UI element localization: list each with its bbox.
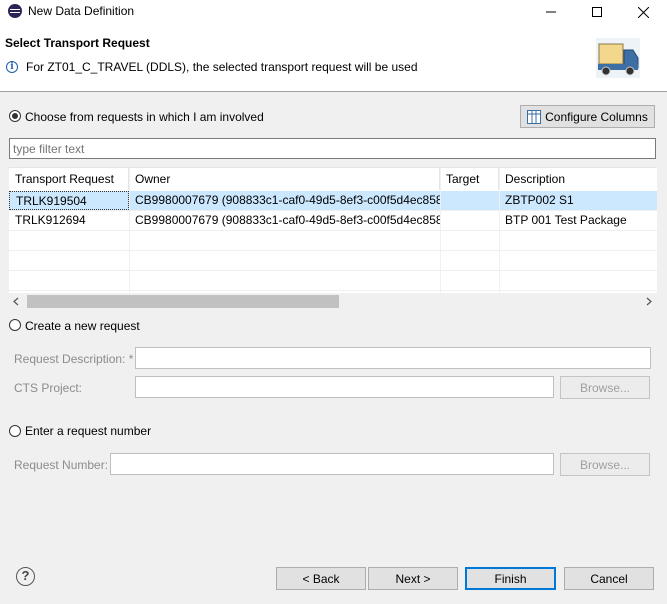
request-description-label: Request Description: *: [14, 352, 134, 366]
minimize-icon: [546, 11, 556, 13]
filter-input[interactable]: [9, 138, 656, 159]
cell-owner: CB9980007679 (908833c1-caf0-49d5-8ef3-c0…: [135, 213, 440, 227]
request-description-input[interactable]: [135, 347, 651, 369]
column-header-target[interactable]: Target: [440, 168, 499, 190]
enter-number-radio[interactable]: [9, 425, 21, 437]
header-message: For ZT01_C_TRAVEL (DDLS), the selected t…: [26, 60, 418, 74]
cts-project-input[interactable]: [135, 376, 554, 398]
cts-project-label: CTS Project:: [14, 381, 83, 395]
close-icon: [637, 6, 649, 18]
next-button[interactable]: Next >: [368, 567, 458, 590]
scroll-left-icon[interactable]: [12, 297, 20, 306]
cancel-button[interactable]: Cancel: [564, 567, 654, 590]
transport-truck-icon: [596, 38, 640, 78]
scrollbar-thumb[interactable]: [27, 295, 339, 308]
finish-button[interactable]: Finish: [465, 567, 556, 590]
table-row[interactable]: TRLK919504 CB9980007679 (908833c1-caf0-4…: [9, 191, 657, 211]
request-number-input[interactable]: [110, 453, 554, 475]
enter-number-label[interactable]: Enter a request number: [25, 424, 151, 438]
eclipse-logo-icon: [8, 4, 22, 18]
table-row-empty: [9, 271, 657, 291]
column-header-description[interactable]: Description: [499, 168, 657, 190]
cell-target: [440, 191, 499, 210]
info-icon: i: [6, 61, 18, 73]
help-icon[interactable]: ?: [16, 567, 35, 586]
transport-table: Transport Request Owner Target Descripti…: [9, 167, 657, 294]
choose-involved-radio[interactable]: [9, 110, 21, 122]
cts-browse-button[interactable]: Browse...: [560, 376, 650, 399]
choose-involved-label[interactable]: Choose from requests in which I am invol…: [25, 110, 264, 124]
column-header-owner[interactable]: Owner: [129, 168, 440, 190]
cell-request: TRLK912694: [15, 213, 86, 227]
close-button[interactable]: [620, 0, 666, 24]
cell-owner: CB9980007679 (908833c1-caf0-49d5-8ef3-c0…: [135, 193, 440, 207]
table-row[interactable]: TRLK912694 CB9980007679 (908833c1-caf0-4…: [9, 211, 657, 231]
wizard-header: Select Transport Request i For ZT01_C_TR…: [0, 24, 667, 92]
cell-target: [440, 211, 499, 230]
table-hscrollbar[interactable]: [9, 293, 657, 310]
column-header-transport-request[interactable]: Transport Request: [9, 168, 129, 190]
column-divider: [499, 168, 500, 294]
configure-columns-label: Configure Columns: [545, 109, 648, 124]
maximize-button[interactable]: [574, 0, 620, 24]
table-row-empty: [9, 251, 657, 271]
minimize-button[interactable]: [528, 0, 574, 24]
back-button[interactable]: < Back: [276, 567, 366, 590]
maximize-icon: [592, 7, 602, 17]
table-row-empty: [9, 231, 657, 251]
cell-description: ZBTP002 S1: [505, 193, 574, 207]
window-title: New Data Definition: [28, 4, 135, 18]
number-browse-button[interactable]: Browse...: [560, 453, 650, 476]
columns-icon: [527, 109, 542, 124]
configure-columns-button[interactable]: Configure Columns: [520, 105, 655, 128]
column-divider: [440, 168, 441, 294]
column-divider: [129, 168, 130, 294]
cell-request: TRLK919504: [9, 191, 129, 210]
request-number-label: Request Number:: [14, 458, 109, 472]
page-title: Select Transport Request: [5, 36, 150, 50]
cell-description: BTP 001 Test Package: [505, 213, 627, 227]
create-request-label[interactable]: Create a new request: [25, 319, 140, 333]
create-request-radio[interactable]: [9, 319, 21, 331]
scroll-right-icon[interactable]: [645, 297, 653, 306]
title-bar: New Data Definition: [0, 0, 667, 24]
